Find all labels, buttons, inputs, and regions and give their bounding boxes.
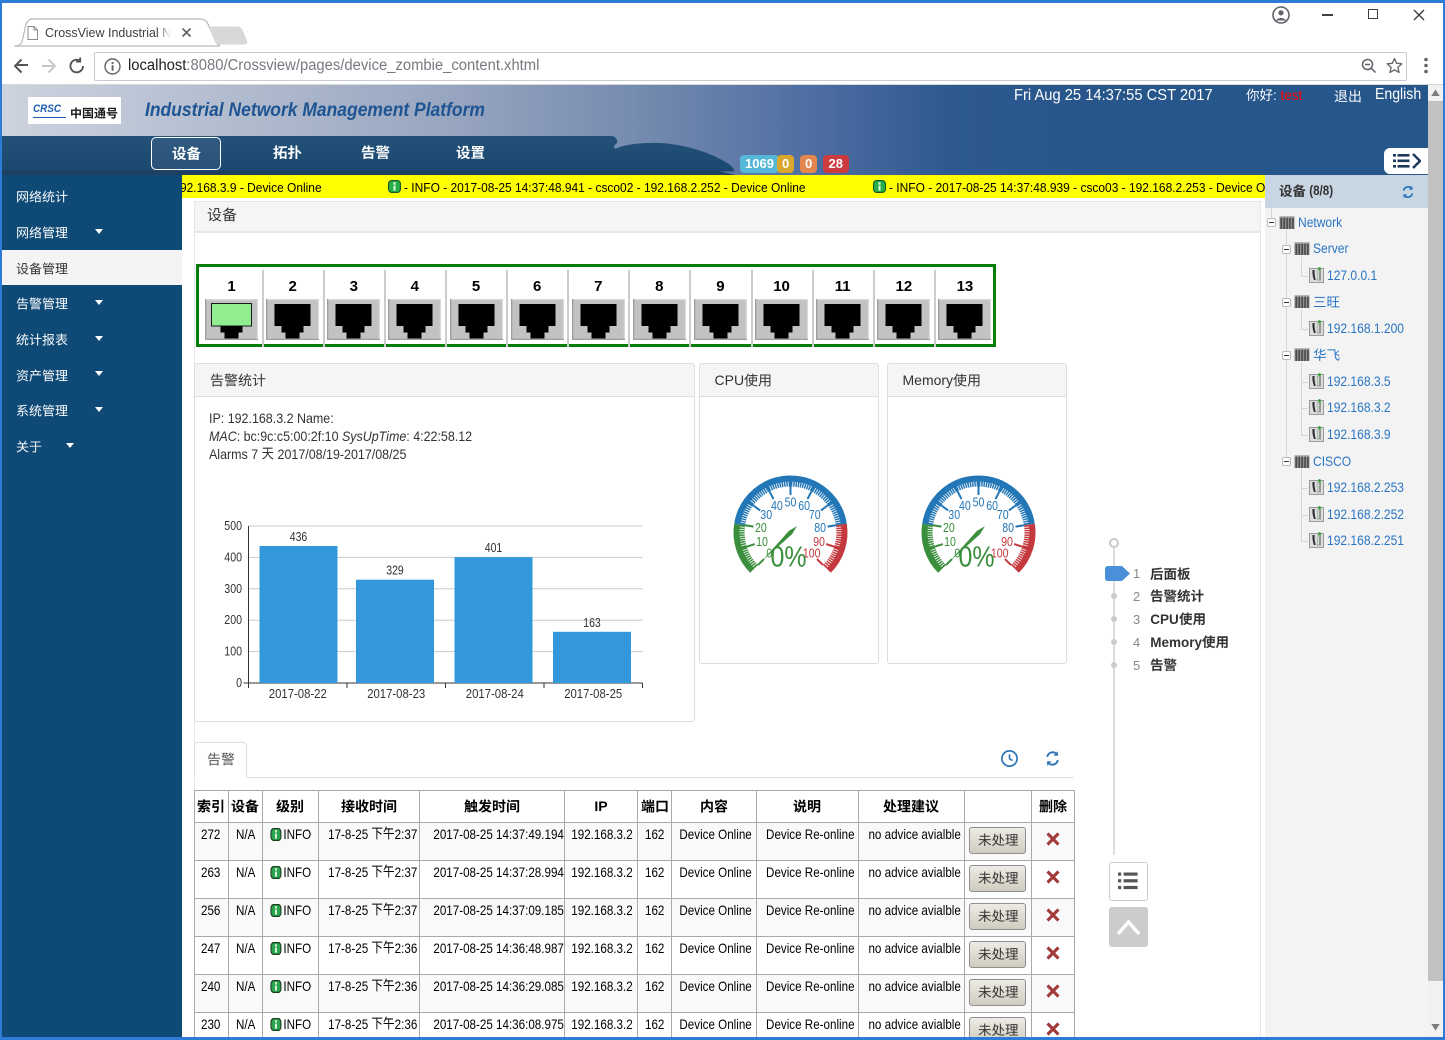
svg-text:0%: 0% bbox=[958, 541, 994, 573]
svg-text:40: 40 bbox=[959, 498, 971, 512]
svg-text:401: 401 bbox=[485, 541, 503, 555]
svg-text:50: 50 bbox=[784, 495, 796, 509]
svg-text:10: 10 bbox=[944, 534, 956, 548]
svg-text:40: 40 bbox=[771, 498, 783, 512]
svg-text:2017-08-22: 2017-08-22 bbox=[269, 687, 327, 701]
svg-text:100: 100 bbox=[224, 645, 242, 659]
svg-text:0: 0 bbox=[236, 676, 242, 690]
svg-text:200: 200 bbox=[224, 613, 242, 627]
svg-text:163: 163 bbox=[583, 616, 601, 630]
svg-text:80: 80 bbox=[814, 520, 826, 534]
svg-text:20: 20 bbox=[755, 520, 767, 534]
svg-text:500: 500 bbox=[224, 519, 242, 533]
svg-text:70: 70 bbox=[808, 507, 820, 521]
svg-text:400: 400 bbox=[224, 550, 242, 564]
svg-text:10: 10 bbox=[756, 534, 768, 548]
svg-text:20: 20 bbox=[943, 520, 955, 534]
svg-text:2017-08-23: 2017-08-23 bbox=[367, 687, 425, 701]
svg-text:329: 329 bbox=[386, 564, 404, 578]
svg-text:2017-08-25: 2017-08-25 bbox=[564, 687, 622, 701]
svg-text:70: 70 bbox=[996, 507, 1008, 521]
svg-text:436: 436 bbox=[290, 530, 308, 544]
svg-text:0%: 0% bbox=[770, 541, 806, 573]
svg-text:80: 80 bbox=[1002, 520, 1014, 534]
svg-text:2017-08-24: 2017-08-24 bbox=[466, 687, 524, 701]
svg-text:50: 50 bbox=[972, 495, 984, 509]
svg-text:300: 300 bbox=[224, 582, 242, 596]
